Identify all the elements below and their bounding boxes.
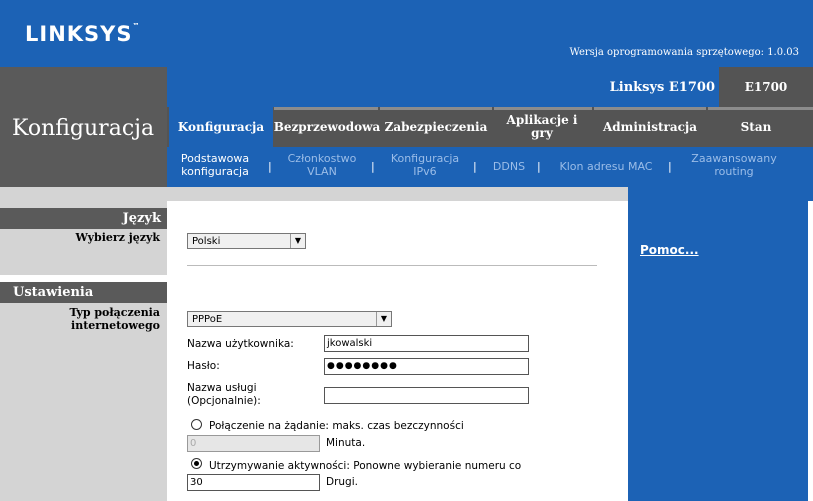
subtab-separator: |	[268, 160, 272, 173]
language-label: Wybierz język	[75, 231, 160, 244]
chevron-down-icon: ▼	[376, 312, 391, 326]
linksys-logo: LINKSYS™	[25, 22, 140, 46]
help-link[interactable]: Pomoc...	[640, 243, 699, 257]
tab-aplikacje-i-gry[interactable]: Aplikacje i gry	[500, 107, 584, 147]
seconds-unit: Drugi.	[326, 476, 358, 488]
keep-alive-radio[interactable]	[191, 458, 202, 469]
section-band	[0, 201, 167, 208]
username-label: Nazwa użytkownika:	[187, 338, 294, 350]
connection-type-select[interactable]: PPPoE ▼	[187, 311, 392, 327]
tab-zabezpieczenia[interactable]: Zabezpieczenia	[381, 107, 491, 147]
tab-stan[interactable]: Stan	[709, 107, 803, 147]
subtab-separator: |	[473, 160, 477, 173]
subtab-separator: |	[537, 160, 541, 173]
subtab-podstawowa-konfiguracja[interactable]: Podstawowa konfiguracja	[172, 152, 258, 178]
minutes-unit: Minuta.	[326, 437, 366, 449]
help-strip	[628, 187, 813, 201]
on-demand-radio[interactable]	[191, 419, 202, 430]
tab-administracja[interactable]: Administracja	[595, 107, 705, 147]
keep-alive-label: Utrzymywanie aktywności: Ponowne wybiera…	[209, 460, 522, 472]
chevron-down-icon: ▼	[290, 234, 305, 248]
section-internet-header: Ustawienia Internetu	[0, 282, 167, 321]
max-idle-input[interactable]: 0	[187, 435, 320, 452]
page-title: Konfiguracja	[12, 116, 155, 141]
subtab-separator: |	[371, 160, 375, 173]
redial-period-input[interactable]: 30	[187, 474, 320, 491]
radio-selected-dot	[194, 461, 199, 466]
service-name-label: Nazwa usługi (Opcjonalnie):	[187, 382, 261, 407]
tab-bezprzewodowa[interactable]: Bezprzewodowa	[274, 107, 381, 147]
subtab-ddns[interactable]: DDNS	[488, 160, 530, 173]
on-demand-label: Połączenie na żądanie: maks. czas bezczy…	[209, 420, 464, 432]
model-code: E1700	[744, 80, 788, 94]
subtab-konfiguracja-ipv6[interactable]: Konfiguracja IPv6	[385, 152, 465, 178]
divider	[187, 265, 597, 266]
tab-konfiguracja[interactable]: Konfiguracja	[169, 107, 273, 147]
subtab-czlonkostwo-vlan[interactable]: Członkostwo VLAN	[282, 152, 362, 178]
subtab-zaawansowany-routing[interactable]: Zaawansowany routing	[682, 152, 786, 178]
language-select[interactable]: Polski ▼	[187, 233, 306, 249]
username-input[interactable]: jkowalski	[324, 335, 529, 352]
section-band	[0, 303, 167, 501]
password-input[interactable]: ●●●●●●●●	[324, 358, 529, 375]
connection-type-label: Typ połączenia internetowego	[69, 306, 160, 332]
subtab-klon-adresu-mac[interactable]: Klon adresu MAC	[552, 160, 660, 173]
subtab-separator: |	[668, 160, 672, 173]
password-label: Hasło:	[187, 360, 220, 372]
firmware-version: Wersja oprogramowania sprzętowego: 1.0.0…	[569, 47, 799, 58]
section-jezyk-header: Język	[0, 208, 167, 229]
service-name-input[interactable]	[324, 387, 529, 404]
model-name: Linksys E1700	[609, 80, 715, 95]
